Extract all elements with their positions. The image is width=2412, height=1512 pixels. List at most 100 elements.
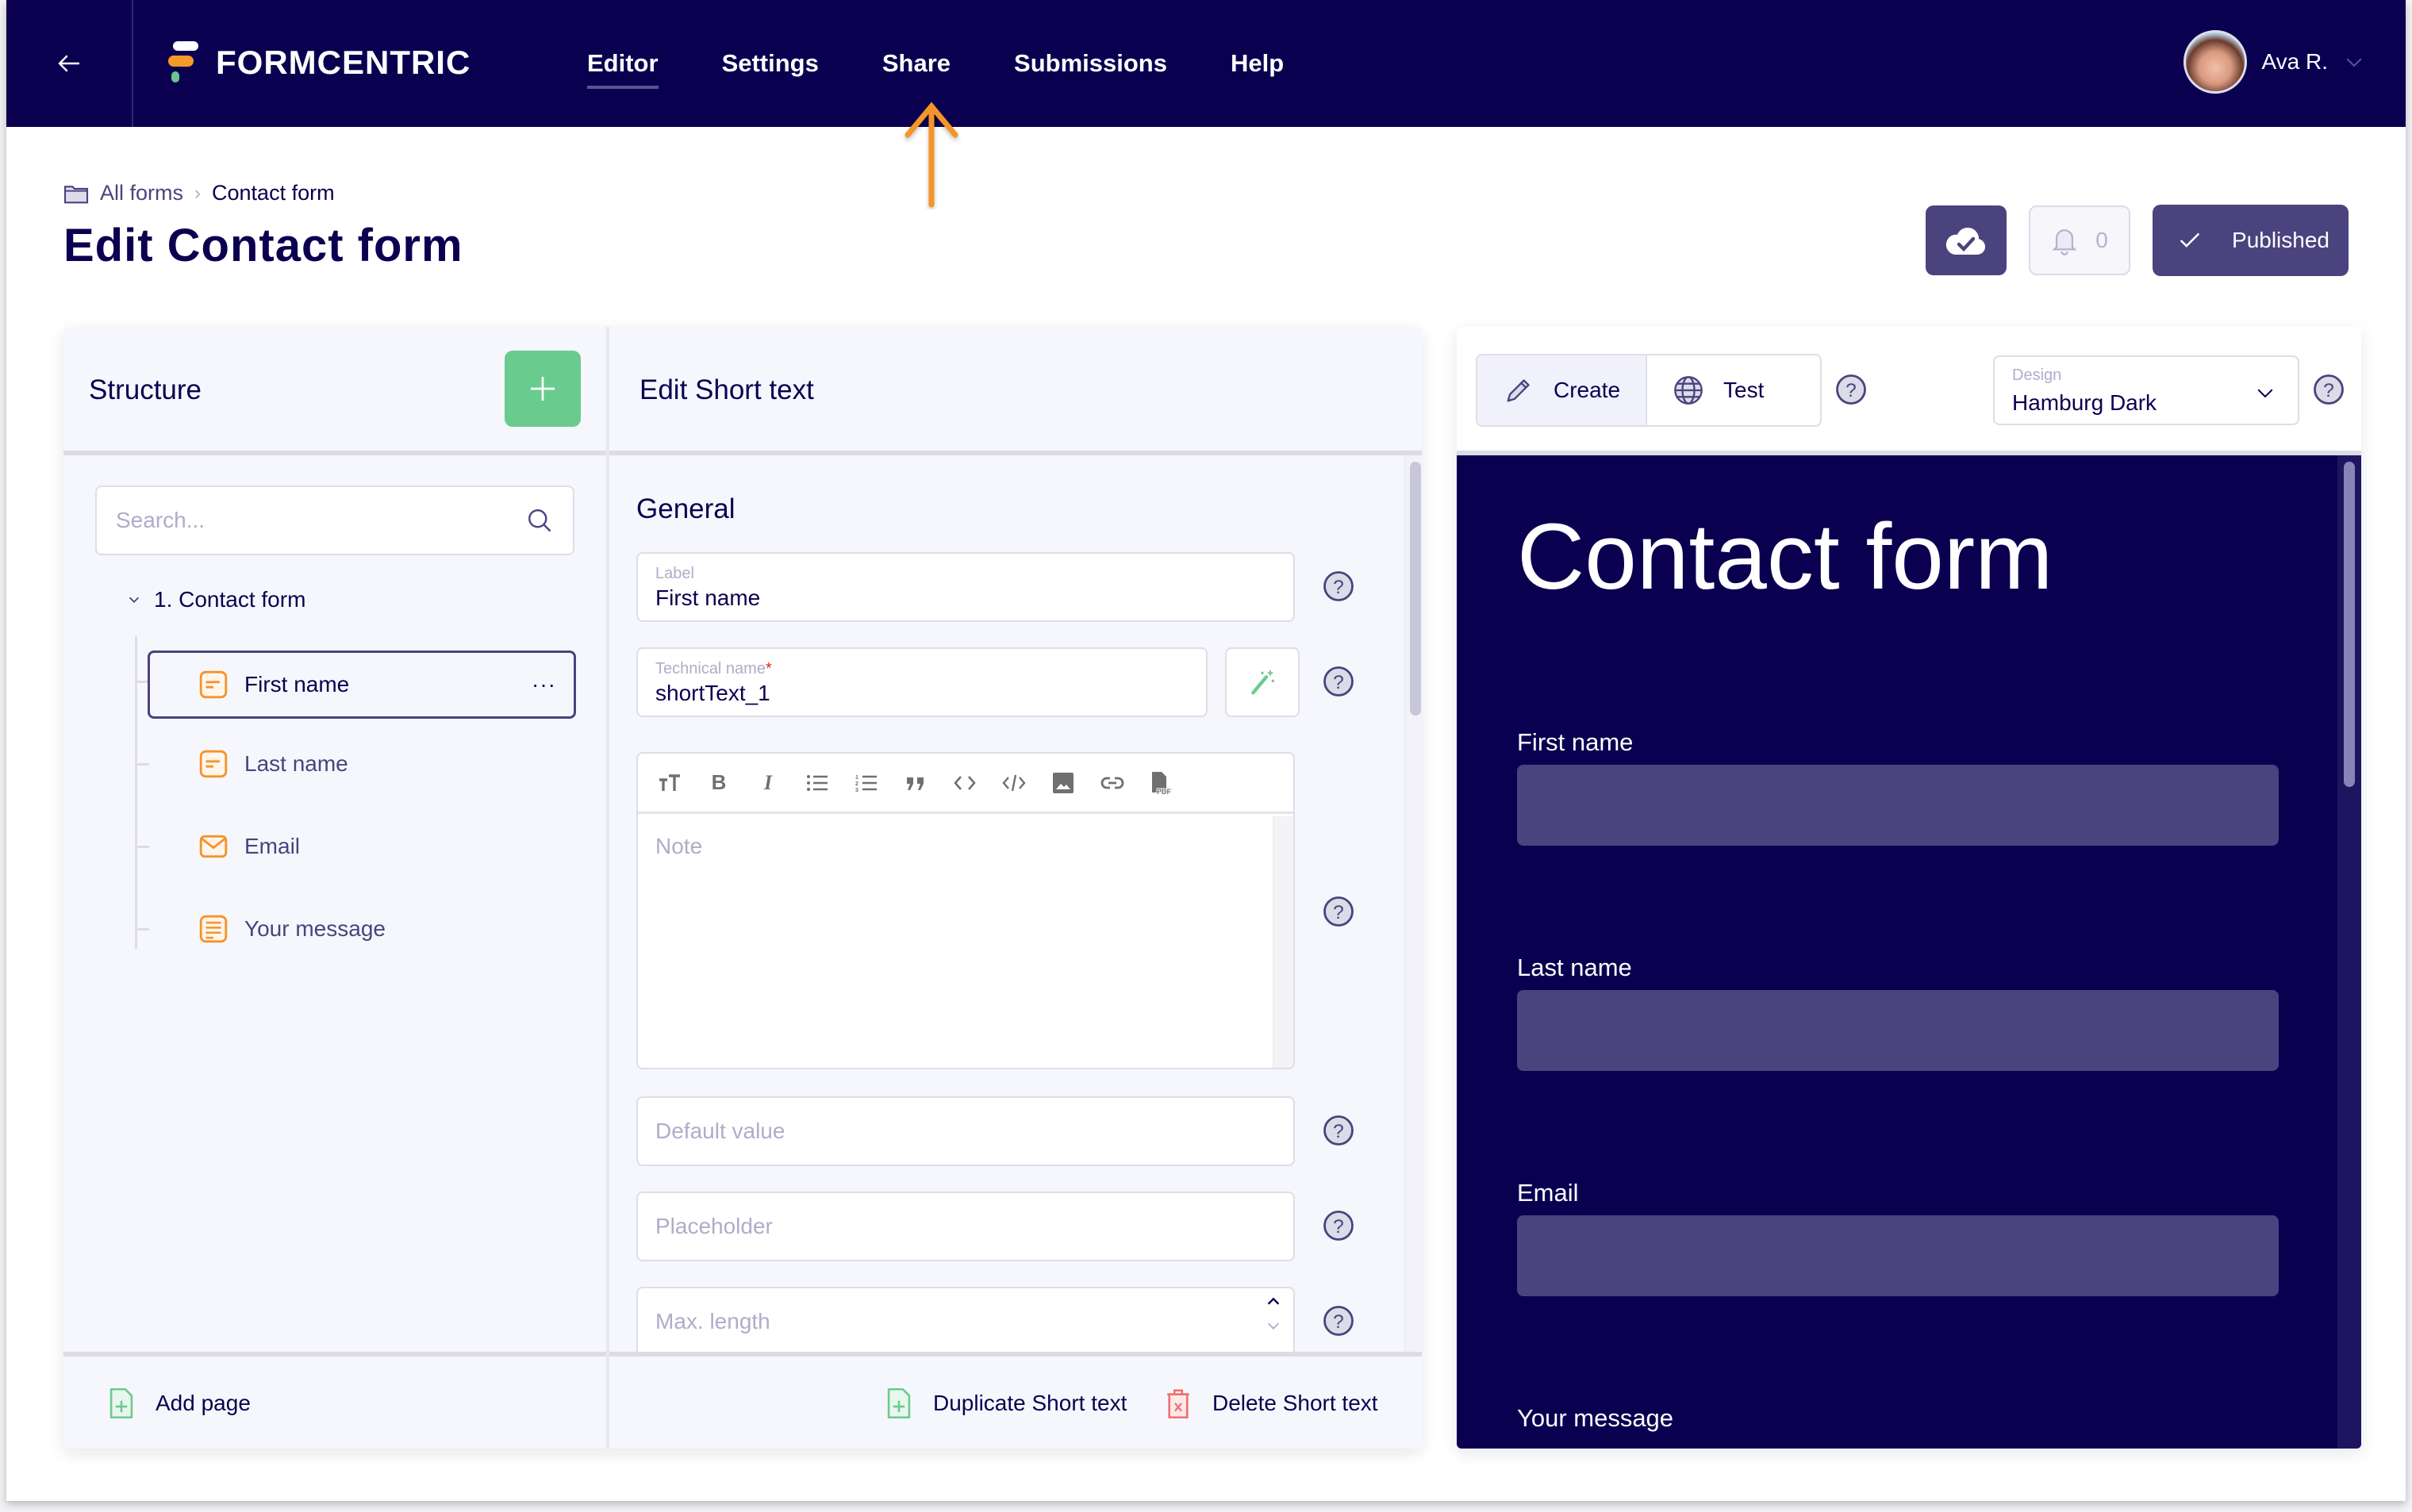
help-icon[interactable]: ? <box>1322 1209 1355 1242</box>
avatar <box>2183 30 2248 94</box>
svg-text:PDF: PDF <box>1157 788 1172 796</box>
number-stepper[interactable] <box>1265 1293 1282 1334</box>
edit-scrollbar-thumb[interactable] <box>1410 462 1421 716</box>
help-icon[interactable]: ? <box>1322 1114 1355 1147</box>
preview-field-label: Your message <box>1517 1404 1674 1432</box>
design-select[interactable]: Design Hamburg Dark <box>1993 355 2299 425</box>
bold-icon[interactable]: B <box>706 770 732 796</box>
generate-name-button[interactable] <box>1225 647 1300 717</box>
bell-icon <box>2052 229 2077 255</box>
formcentric-logo[interactable]: FORMCENTRIC <box>168 41 470 84</box>
structure-search[interactable] <box>95 485 574 555</box>
label-field-value: First name <box>655 585 761 610</box>
svg-text:?: ? <box>1845 380 1857 401</box>
edit-title: Edit Short text <box>639 374 814 405</box>
nav-submissions[interactable]: Submissions <box>1014 49 1167 78</box>
short-text-icon <box>199 750 228 778</box>
code-icon[interactable] <box>952 770 977 796</box>
email-icon <box>199 835 228 858</box>
app-window: FORMCENTRIC Editor Settings Share Submis… <box>6 0 2406 1501</box>
technical-name-value: shortText_1 <box>655 681 770 705</box>
search-input[interactable] <box>116 508 497 533</box>
edit-scrollbar[interactable] <box>1404 455 1422 1352</box>
svg-text:2: 2 <box>855 781 858 787</box>
brand-name: FORMCENTRIC <box>216 44 471 81</box>
preview-scrollbar[interactable] <box>2337 455 2361 1449</box>
notifications-count: 0 <box>2095 228 2108 252</box>
font-size-icon[interactable] <box>657 770 682 796</box>
placeholder-field[interactable]: Placeholder <box>636 1192 1295 1261</box>
breadcrumb-all-forms[interactable]: All forms <box>100 181 183 205</box>
preview-input-email[interactable] <box>1517 1215 2279 1296</box>
preview-input-last-name[interactable] <box>1517 990 2279 1071</box>
code-block-icon[interactable] <box>1001 770 1027 796</box>
arrow-left-icon <box>58 55 80 72</box>
add-page-label: Add page <box>156 1391 251 1415</box>
numbered-list-icon[interactable]: 123 <box>854 770 879 796</box>
notifications-button[interactable]: 0 <box>2029 205 2131 275</box>
tree-item-first-name[interactable]: First name ··· <box>148 650 576 719</box>
help-icon[interactable]: ? <box>1834 373 1868 406</box>
mode-create-button[interactable]: Create <box>1477 355 1648 425</box>
nav-editor[interactable]: Editor <box>587 49 659 89</box>
pdf-icon[interactable]: PDF <box>1149 770 1174 796</box>
max-length-placeholder: Max. length <box>655 1309 770 1334</box>
tree-page-contact-form[interactable]: 1. Contact form <box>125 587 305 612</box>
globe-icon <box>1674 376 1703 405</box>
preview-scrollbar-thumb[interactable] <box>2344 462 2355 787</box>
tree-item-your-message[interactable]: Your message <box>148 895 576 963</box>
nav-settings[interactable]: Settings <box>722 49 819 78</box>
bullet-list-icon[interactable] <box>805 770 830 796</box>
more-options-icon[interactable]: ··· <box>532 672 556 697</box>
help-icon[interactable]: ? <box>1322 665 1355 698</box>
preview-form-title: Contact form <box>1517 505 2053 609</box>
default-value-placeholder: Default value <box>655 1119 785 1143</box>
chevron-up-icon[interactable] <box>1265 1293 1282 1311</box>
duplicate-button[interactable]: Duplicate Short text <box>885 1387 1127 1420</box>
note-text-area[interactable]: Note <box>638 816 1276 1068</box>
nav-help[interactable]: Help <box>1231 49 1284 78</box>
chevron-down-icon <box>129 597 140 604</box>
nav-share[interactable]: Share <box>882 49 951 78</box>
tree-item-last-name[interactable]: Last name <box>148 730 576 798</box>
svg-text:?: ? <box>1333 1311 1344 1333</box>
max-length-field[interactable]: Max. length <box>636 1287 1295 1352</box>
required-mark: * <box>765 660 772 677</box>
search-icon[interactable] <box>525 506 554 535</box>
preview-input-first-name[interactable] <box>1517 765 2279 846</box>
link-icon[interactable] <box>1100 770 1125 796</box>
user-menu[interactable]: Ava R. <box>2183 30 2366 94</box>
trash-icon <box>1167 1389 1189 1419</box>
chevron-down-icon <box>2346 58 2362 67</box>
mode-test-button[interactable]: Test <box>1647 355 1790 425</box>
note-scrollbar[interactable] <box>1273 816 1293 1068</box>
svg-text:1: 1 <box>855 775 858 781</box>
help-icon[interactable]: ? <box>2312 373 2345 406</box>
save-status-button[interactable] <box>1926 205 2007 275</box>
default-value-field[interactable]: Default value <box>636 1096 1295 1166</box>
add-page-icon <box>109 1387 133 1419</box>
delete-button[interactable]: Delete Short text <box>1165 1387 1378 1420</box>
help-icon[interactable]: ? <box>1322 1304 1355 1337</box>
breadcrumb: All forms › Contact form <box>63 181 335 205</box>
tree-page-label: 1. Contact form <box>154 587 306 612</box>
label-field[interactable]: Label First name <box>636 552 1295 622</box>
preview-field-label: First name <box>1517 728 1634 756</box>
note-rich-text-editor[interactable]: B I 123 PDF Note <box>636 752 1295 1069</box>
technical-name-field[interactable]: Technical name* shortText_1 <box>636 647 1208 717</box>
add-page-button[interactable]: Add page <box>108 1387 251 1420</box>
tree-item-email[interactable]: Email <box>148 812 576 881</box>
help-icon[interactable]: ? <box>1322 895 1355 928</box>
tree-item-label: Email <box>244 834 301 858</box>
add-element-button[interactable] <box>505 351 581 427</box>
annotation-arrow-icon <box>904 102 958 208</box>
help-icon[interactable]: ? <box>1322 570 1355 603</box>
chevron-down-icon[interactable] <box>1265 1317 1282 1334</box>
edit-header: Edit Short text <box>639 327 814 454</box>
published-button[interactable]: Published <box>2153 205 2349 276</box>
published-label: Published <box>2232 228 2329 252</box>
italic-icon[interactable]: I <box>755 770 781 796</box>
quote-icon[interactable] <box>903 770 928 796</box>
image-icon[interactable] <box>1050 770 1076 796</box>
back-button[interactable] <box>6 0 133 127</box>
